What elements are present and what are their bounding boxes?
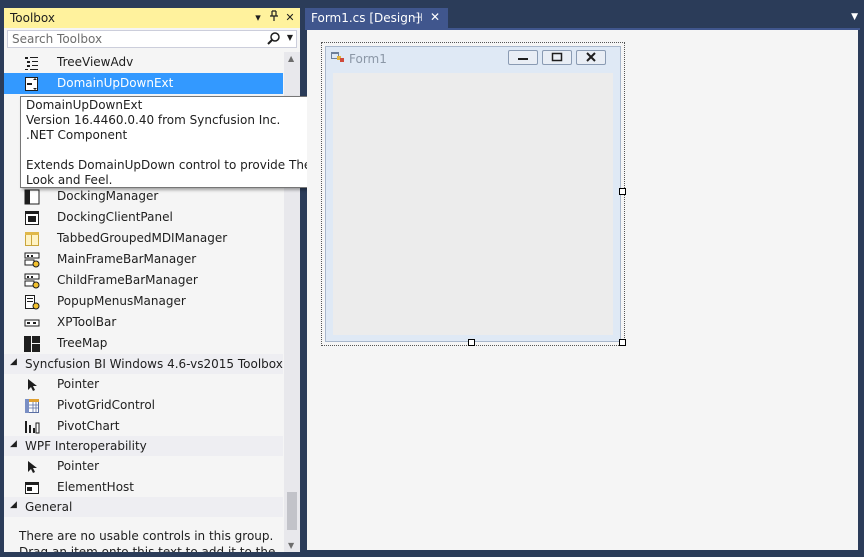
domainupdown-icon <box>24 76 40 92</box>
toolbox-item-label: ElementHost <box>57 480 135 494</box>
general-empty-message: There are no usable controls in this gro… <box>19 529 276 552</box>
close-tab-icon[interactable]: ✕ <box>430 10 440 24</box>
group-header-wpf-interoperability[interactable]: ◢ WPF Interoperability <box>4 436 283 456</box>
toolbox-item-label: PopupMenusManager <box>57 294 186 308</box>
tab-overflow-dropdown-icon[interactable]: ▼ <box>851 12 858 22</box>
toolbox-item-dockingclientpanel[interactable]: DockingClientPanel <box>4 207 283 228</box>
toolbox-item-elementhost[interactable]: ElementHost <box>4 477 283 498</box>
form-client-area[interactable] <box>333 73 613 335</box>
close-button[interactable] <box>576 50 606 65</box>
collapse-arrow-icon[interactable]: ◢ <box>10 357 17 367</box>
toolbox-item-label: DomainUpDownExt <box>57 76 174 90</box>
collapse-arrow-icon[interactable]: ◢ <box>10 500 17 510</box>
toolbox-item-label: Pointer <box>57 459 100 473</box>
pivotchart-icon <box>24 419 40 435</box>
group-header-label: Syncfusion BI Windows 4.6-vs2015 Toolbox… <box>25 357 283 371</box>
toolbox-item-pointer[interactable]: Pointer <box>4 456 283 477</box>
resize-handle-bottom[interactable] <box>468 339 475 346</box>
scroll-down-arrow-icon[interactable]: ▼ <box>288 541 294 550</box>
tooltip-name: DomainUpDownExt <box>26 98 143 112</box>
toolbox-item-label: PivotChart <box>57 419 120 433</box>
search-options-dropdown-icon[interactable]: ▼ <box>287 33 293 42</box>
xptoolbar-icon <box>24 315 40 331</box>
document-area: Form1.cs [Design] ⊣ ✕ ▼ Form1 <box>305 8 860 550</box>
toolbox-item-popupmenusmanager[interactable]: PopupMenusManager <box>4 291 283 312</box>
toolbox-item-label: DockingManager <box>57 189 159 203</box>
group-header-general[interactable]: ◢ General <box>4 497 283 517</box>
search-icon[interactable] <box>267 32 280 48</box>
treeview-icon <box>24 55 40 71</box>
toolbox-item-label: PivotGridControl <box>57 398 156 412</box>
collapse-arrow-icon[interactable]: ◢ <box>10 439 17 449</box>
toolbox-item-label: TabbedGroupedMDIManager <box>57 231 228 245</box>
resize-handle-corner[interactable] <box>619 339 626 346</box>
toolbox-item-pivotchart[interactable]: PivotChart <box>4 416 283 437</box>
dockingclientpanel-icon <box>24 210 40 226</box>
pointer-icon <box>24 377 40 393</box>
toolbox-item-childframebarmanager[interactable]: ChildFrameBarManager <box>4 270 283 291</box>
toolbox-item-treeviewadv[interactable]: TreeViewAdv <box>4 52 283 73</box>
scrollbar-thumb[interactable] <box>287 492 297 530</box>
group-header-syncfusion-bi[interactable]: ◢ Syncfusion BI Windows 4.6-vs2015 Toolb… <box>4 354 283 374</box>
toolbox-panel: Toolbox ▾ ✕ Search Toolbox ▼ TreeViewAdv… <box>4 8 300 552</box>
resize-handle-right[interactable] <box>619 188 626 195</box>
group-header-label: General <box>25 500 73 514</box>
pin-tab-icon[interactable]: ⊣ <box>413 11 423 24</box>
document-tab-strip: Form1.cs [Design] ⊣ ✕ ▼ <box>305 8 860 28</box>
tooltip-description-line2: Look and Feel. <box>26 173 113 187</box>
toolbox-item-dockingmanager[interactable]: DockingManager <box>4 186 283 207</box>
minimize-button[interactable] <box>508 50 538 65</box>
maximize-button[interactable] <box>542 50 572 65</box>
toolbox-item-label: ChildFrameBarManager <box>57 273 198 287</box>
group-header-label: WPF Interoperability <box>25 439 147 453</box>
toolbox-item-label: TreeMap <box>57 336 108 350</box>
item-tooltip: DomainUpDownExt Version 16.4460.0.40 fro… <box>20 96 338 188</box>
childframebar-icon <box>24 273 40 289</box>
tabbedmdi-icon <box>24 231 40 247</box>
auto-hide-pin-icon[interactable] <box>266 10 282 26</box>
form-icon <box>331 52 345 64</box>
treemap-icon <box>24 336 40 352</box>
toolbox-item-mainframebarmanager[interactable]: MainFrameBarManager <box>4 249 283 270</box>
popupmenus-icon <box>24 294 40 310</box>
toolbox-item-domainupdownext[interactable]: DomainUpDownExt <box>4 73 283 94</box>
tab-form1-design[interactable]: Form1.cs [Design] ⊣ ✕ <box>305 8 448 28</box>
tooltip-description-line1: Extends DomainUpDown control to provide … <box>26 158 338 172</box>
form-title: Form1 <box>349 52 387 66</box>
toolbox-item-xptoolbar[interactable]: XPToolBar <box>4 312 283 333</box>
tooltip-version: Version 16.4460.0.40 from Syncfusion Inc… <box>26 113 281 127</box>
scroll-up-arrow-icon[interactable]: ▲ <box>288 54 294 63</box>
toolbox-item-label: TreeViewAdv <box>57 55 134 69</box>
tab-label: Form1.cs [Design] <box>311 11 421 25</box>
dockingmanager-icon <box>24 189 40 205</box>
toolbox-item-pointer[interactable]: Pointer <box>4 374 283 395</box>
toolbox-title: Toolbox <box>10 11 55 25</box>
toolbox-item-label: XPToolBar <box>57 315 117 329</box>
toolbox-item-label: MainFrameBarManager <box>57 252 197 266</box>
toolbox-item-label: Pointer <box>57 377 100 391</box>
pointer-icon <box>24 459 40 475</box>
search-placeholder: Search Toolbox <box>12 32 103 46</box>
toolbox-item-treemap[interactable]: TreeMap <box>4 333 283 354</box>
search-toolbox-input[interactable]: Search Toolbox ▼ <box>7 30 297 48</box>
elementhost-icon <box>24 480 40 496</box>
form-designer-surface[interactable]: Form1 <box>307 30 858 550</box>
toolbox-item-label: DockingClientPanel <box>57 210 173 224</box>
form1-window[interactable]: Form1 <box>325 46 621 342</box>
toolbox-item-tabbedgroupedmdimanager[interactable]: TabbedGroupedMDIManager <box>4 228 283 249</box>
tooltip-kind: .NET Component <box>26 128 128 142</box>
toolbox-item-pivotgridcontrol[interactable]: PivotGridControl <box>4 395 283 416</box>
mainframebar-icon <box>24 252 40 268</box>
toolbox-title-bar: Toolbox ▾ ✕ <box>4 8 300 28</box>
window-position-dropdown-icon[interactable]: ▾ <box>250 10 266 26</box>
pivotgrid-icon <box>24 398 40 414</box>
close-icon[interactable]: ✕ <box>282 10 298 26</box>
